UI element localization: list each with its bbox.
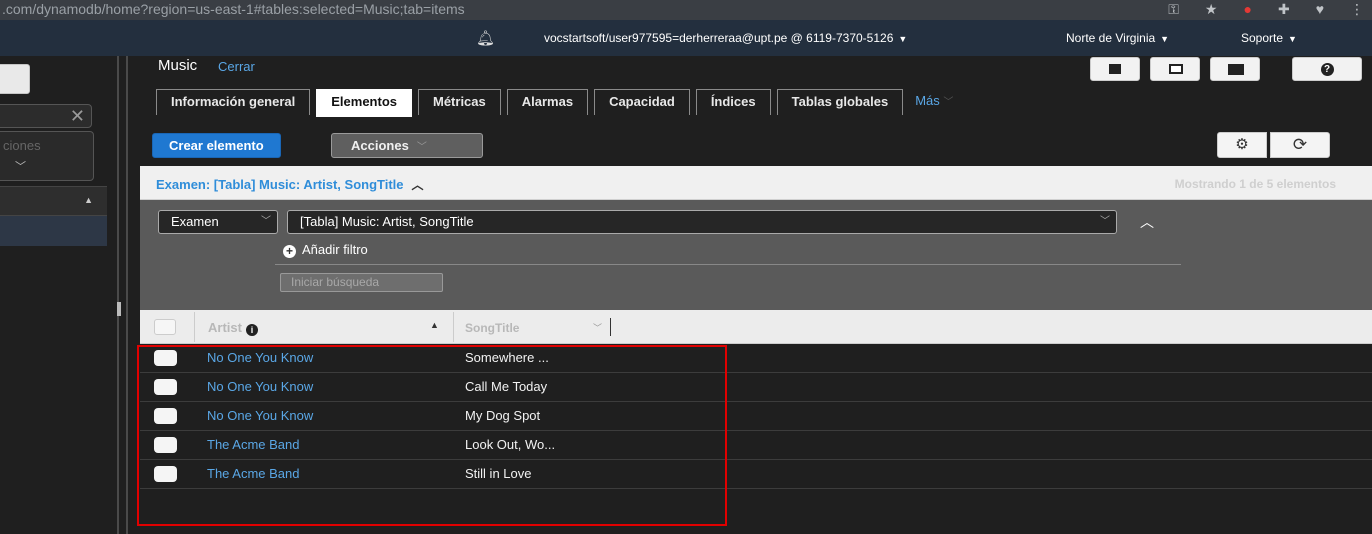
items-table-header: Artist i ▲ SongTitle ﹀ <box>140 310 1372 344</box>
console-navbar: 🔔︎ vocstartsoft/user977595=derherreraa@u… <box>0 20 1372 56</box>
tab-more-label: Más <box>915 93 940 108</box>
help-icon: ? <box>1320 63 1334 76</box>
tab-capacity[interactable]: Capacidad <box>594 89 690 115</box>
panel-divider <box>126 56 128 534</box>
add-filter-button[interactable]: + Añadir filtro <box>283 242 368 258</box>
support-label: Soporte <box>1241 31 1284 45</box>
sidebar-button[interactable] <box>0 64 30 94</box>
heart-icon[interactable]: ♥ <box>1316 0 1324 18</box>
url-text: .com/dynamodb/home?region=us-east-1#tabl… <box>2 1 465 17</box>
sidebar-search-input[interactable]: ✕ <box>0 104 92 128</box>
operation-value: Examen <box>171 214 219 229</box>
column-header-artist[interactable]: Artist i <box>208 320 258 336</box>
sort-ascending-icon[interactable]: ▲ <box>430 320 439 330</box>
tab-alarms[interactable]: Alarmas <box>506 89 589 115</box>
chevron-down-icon: ﹀ <box>261 216 271 227</box>
column-divider <box>453 312 454 342</box>
chevron-up-icon: ︿ <box>411 178 424 192</box>
scan-summary: Examen: [Tabla] Music: Artist, SongTitle… <box>156 176 424 193</box>
panel-divider <box>117 56 119 534</box>
chevron-down-icon: ﹀ <box>1100 216 1110 227</box>
column-divider <box>194 312 195 342</box>
tab-indexes[interactable]: Índices <box>695 89 771 115</box>
sidebar-dropdown-label: ciones <box>3 138 41 153</box>
actions-label: Acciones <box>351 138 409 153</box>
puzzle-icon[interactable]: ✚ <box>1278 0 1290 18</box>
filter-divider <box>275 264 1181 265</box>
chevron-down-icon[interactable]: ﹀ <box>593 321 602 334</box>
split-vertical-button[interactable] <box>1090 57 1140 81</box>
column-header-songtitle[interactable]: SongTitle <box>465 321 519 335</box>
sidebar-actions-dropdown[interactable]: ciones ﹀ <box>0 131 94 181</box>
sidebar-section-header[interactable]: ▲ <box>0 186 107 216</box>
table-index-select[interactable]: [Tabla] Music: Artist, SongTitle ﹀ <box>287 210 1117 234</box>
actions-dropdown[interactable]: Acciones ﹀ <box>331 133 483 158</box>
tab-bar: Información general Elementos Métricas A… <box>156 89 968 117</box>
plus-circle-icon: + <box>283 245 296 258</box>
browser-url-bar[interactable]: .com/dynamodb/home?region=us-east-1#tabl… <box>0 0 1372 20</box>
create-item-button[interactable]: Crear elemento <box>152 133 281 158</box>
tab-overview[interactable]: Información general <box>156 89 311 115</box>
full-view-icon <box>1228 64 1244 75</box>
select-all-checkbox[interactable] <box>154 319 176 335</box>
tab-items[interactable]: Elementos <box>316 89 412 117</box>
split-vertical-icon <box>1109 64 1121 74</box>
account-label: vocstartsoft/user977595=derherreraa@upt.… <box>544 31 894 45</box>
tab-global-tables[interactable]: Tablas globales <box>776 89 904 115</box>
full-view-button[interactable] <box>1210 57 1260 81</box>
caret-down-icon: ▼ <box>1160 34 1170 44</box>
operation-select[interactable]: Examen ﹀ <box>158 210 278 234</box>
split-horizontal-button[interactable] <box>1150 57 1200 81</box>
chevron-down-icon: ﹀ <box>416 142 427 153</box>
table-index-value: [Tabla] Music: Artist, SongTitle <box>300 214 474 229</box>
key-icon[interactable]: ⚿ <box>1168 0 1179 18</box>
menu-dots-icon[interactable]: ⋮ <box>1350 0 1364 18</box>
highlight-annotation-box <box>137 345 727 526</box>
resize-handle[interactable] <box>117 302 121 316</box>
star-icon[interactable]: ★ <box>1205 0 1218 18</box>
chevron-down-icon: ﹀ <box>943 97 954 108</box>
column-resize-cursor[interactable] <box>610 318 611 336</box>
left-sidebar: ✕ ciones ﹀ ▲ <box>0 56 118 534</box>
close-link[interactable]: Cerrar <box>218 59 255 74</box>
split-horizontal-icon <box>1169 64 1183 74</box>
caret-up-icon: ▲ <box>84 195 93 205</box>
layout-buttons <box>1090 57 1260 81</box>
scan-panel: Examen: [Tabla] Music: Artist, SongTitle… <box>140 166 1372 310</box>
region-label: Norte de Virginia <box>1066 31 1156 45</box>
chevron-down-icon: ﹀ <box>15 161 26 173</box>
refresh-button[interactable]: ⟳ <box>1270 132 1330 158</box>
item-count: Mostrando 1 de 5 elementos <box>1174 177 1336 191</box>
scan-summary-text: Examen: [Tabla] Music: Artist, SongTitle <box>156 177 404 192</box>
sidebar-selected-table[interactable] <box>0 216 107 246</box>
caret-down-icon: ▼ <box>898 34 908 44</box>
table-title: Music <box>158 57 198 74</box>
gear-icon: ⚙ <box>1235 136 1249 153</box>
column-header-artist-label: Artist <box>208 320 242 335</box>
clear-icon[interactable]: ✕ <box>70 106 85 126</box>
add-filter-label: Añadir filtro <box>302 242 368 257</box>
screen: .com/dynamodb/home?region=us-east-1#tabl… <box>0 0 1372 534</box>
caret-down-icon: ▼ <box>1288 34 1297 44</box>
support-menu[interactable]: Soporte ▼ <box>1241 31 1297 45</box>
info-icon[interactable]: i <box>245 324 258 336</box>
collapse-filter-icon[interactable]: ︿ <box>1140 212 1154 232</box>
region-menu[interactable]: Norte de Virginia ▼ <box>1066 31 1169 45</box>
scan-panel-header[interactable]: Examen: [Tabla] Music: Artist, SongTitle… <box>140 166 1372 200</box>
account-menu[interactable]: vocstartsoft/user977595=derherreraa@upt.… <box>544 31 907 45</box>
profile-dot-icon[interactable]: ● <box>1243 0 1251 18</box>
bell-icon[interactable]: 🔔︎ <box>476 29 495 47</box>
tab-more[interactable]: Más ﹀ <box>909 89 968 115</box>
refresh-icon: ⟳ <box>1292 135 1308 154</box>
settings-button[interactable]: ⚙ <box>1217 132 1267 158</box>
tab-metrics[interactable]: Métricas <box>418 89 501 115</box>
browser-toolbar-icons: ⚿ ★ ● ✚ ♥ ⋮ <box>1168 0 1364 18</box>
help-button[interactable]: ? <box>1292 57 1362 81</box>
start-search-button[interactable]: Iniciar búsqueda <box>280 273 443 292</box>
